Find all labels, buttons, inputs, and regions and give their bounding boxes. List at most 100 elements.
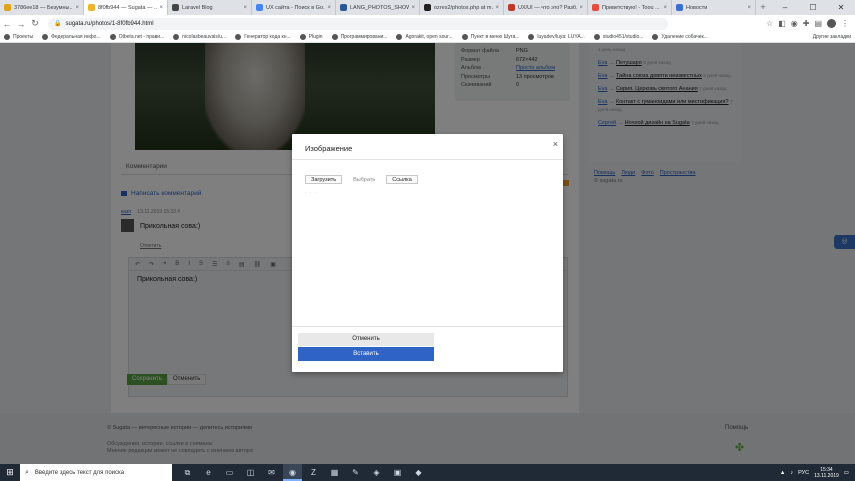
tab-select[interactable]: Выбрать [347,175,381,184]
bookmark-item[interactable]: Otbeta.net - прави... [109,34,164,40]
bookmark-label: Удаление собачек... [661,34,708,40]
bookmark-item[interactable]: Проекты [4,34,33,40]
chrome-icon[interactable]: ◉ [283,464,302,481]
tab-close-icon[interactable]: × [75,5,79,11]
language-indicator[interactable]: РУС [798,470,809,476]
tab-close-icon[interactable]: × [495,5,499,11]
volume-icon[interactable]: ♪ [790,470,793,476]
bookmark-icon [173,34,180,40]
browser-tab[interactable]: Новости × [672,0,756,15]
bookmark-icon [109,34,116,40]
other-bookmarks[interactable]: Другие закладки [813,34,851,40]
store-icon[interactable]: ◫ [241,464,260,481]
tab-favicon-icon [340,4,347,11]
browser-tab[interactable]: Laravel Blog × [168,0,252,15]
back-icon[interactable]: ← [0,19,14,29]
bookmark-item[interactable]: Plugin [299,34,323,40]
filezilla-icon[interactable]: Z [304,464,323,481]
app-icon[interactable]: ✎ [346,464,365,481]
new-tab-button[interactable]: + [756,0,770,15]
address-bar[interactable]: 🔒 sugata.ru/photos/1-8f0fb944.html [48,17,668,30]
tab-favicon-icon [508,4,515,11]
bookmark-label: Генератор кода кн... [244,34,291,40]
star-icon[interactable]: ☆ [766,19,773,28]
browser-tab[interactable]: UX/UI — что это? Разб... × [504,0,588,15]
app-icon-4[interactable]: ◆ [409,464,428,481]
browser-tab[interactable]: LANG_PHOTOS_SHOW × [336,0,420,15]
tab-close-icon[interactable]: × [327,5,331,11]
forward-icon[interactable]: → [14,19,28,29]
bookmark-item[interactable]: Удаление собачек... [652,34,708,40]
browser-toolbar: ← → ↻ 🔒 sugata.ru/photos/1-8f0fb944.html… [0,15,855,32]
close-window-icon[interactable]: ✕ [827,0,855,15]
tab-close-icon[interactable]: × [411,5,415,11]
tab-favicon-icon [676,4,683,11]
browser-tab[interactable]: Приветствую! - Toou ... × [588,0,672,15]
bookmark-icon [461,34,468,40]
bookmark-label: Agorakit, open sour... [405,34,453,40]
tab-close-icon[interactable]: × [747,5,751,11]
mail-icon[interactable]: ✉ [262,464,281,481]
menu-icon[interactable]: ⋮ [841,19,849,28]
clock[interactable]: 15:34 13.11.2019 [814,467,839,479]
system-tray: ▲ ♪ РУС 15:34 13.11.2019 ▭ [780,467,855,479]
tab-favicon-icon [88,4,95,11]
edge-icon[interactable]: e [199,464,218,481]
tab-link[interactable]: Ссылка [386,175,418,184]
bookmark-icon [593,34,600,40]
bookmarks-bar: Проекты Федеральная инфо... Otbeta.net - п… [0,32,855,43]
tab-title: LANG_PHOTOS_SHOW [350,4,410,11]
maximize-icon[interactable]: ☐ [799,0,827,15]
extension-icon-3[interactable]: ✚ [803,19,810,28]
bookmark-item[interactable]: Agorakit, open sour... [396,34,453,40]
bookmark-item[interactable]: luyadev/luya: LUYA... [528,34,585,40]
taskbar-search[interactable]: ⌕ Введите здесь текст для поиска [20,464,172,481]
browser-tab[interactable]: UX сайта - Поиск в Go... × [252,0,336,15]
extension-icon-4[interactable]: ▤ [814,19,822,28]
bookmark-item[interactable]: Генератор кода кн... [235,34,291,40]
bookmark-label: nicolasbeauvais/u... [182,34,227,40]
profile-avatar[interactable] [827,19,836,28]
bookmark-icon [235,34,242,40]
dialog-insert-button[interactable]: Вставить [298,347,434,361]
taskbar-search-placeholder: Введите здесь текст для поиска [34,469,125,476]
browser-tab[interactable]: ozres2/photos.php at m... × [420,0,504,15]
bookmark-label: Plugin [308,34,323,40]
search-icon: ⌕ [25,468,29,476]
tab-close-icon[interactable]: × [579,5,583,11]
address-text: sugata.ru/photos/1-8f0fb944.html [65,20,154,27]
browser-tab[interactable]: 3786ee18 — Безумны... × [0,0,84,15]
windows-start-icon[interactable]: ⊞ [0,467,20,478]
bookmark-icon [396,34,403,40]
close-icon[interactable]: × [553,139,558,149]
network-icon[interactable]: ▲ [780,470,785,476]
tab-title: Приветствую! - Toou ... [602,4,660,11]
tab-title: Laravel Blog [182,4,213,11]
task-view-icon[interactable]: ⧉ [178,464,197,481]
extension-icon-2[interactable]: ◉ [791,19,798,28]
bookmark-label: studio451/studio... [602,34,644,40]
bookmark-label: Программировани... [340,34,388,40]
bookmark-label: luyadev/luya: LUYA... [537,34,585,40]
bookmark-item[interactable]: Федеральная инфо... [42,34,101,40]
browser-tab[interactable]: 8f0fb944 — Sugata — ... × [84,0,168,15]
extension-icon[interactable]: ◧ [778,19,786,28]
notifications-icon[interactable]: ▭ [844,470,849,476]
bookmark-item[interactable]: nicolasbeauvais/u... [173,34,226,40]
app-icon-2[interactable]: ◈ [367,464,386,481]
bookmark-item[interactable]: studio451/studio... [593,34,644,40]
folder-icon[interactable]: ▭ [220,464,239,481]
tab-favicon-icon [424,4,431,11]
app-icon-3[interactable]: ▣ [388,464,407,481]
tab-close-icon[interactable]: × [243,5,247,11]
calculator-icon[interactable]: ▦ [325,464,344,481]
minimize-icon[interactable]: – [771,0,799,15]
tab-close-icon[interactable]: × [663,5,667,11]
bookmark-item[interactable]: Программировани... [331,34,388,40]
tab-favicon-icon [256,4,263,11]
tab-close-icon[interactable]: × [159,5,163,11]
bookmark-item[interactable]: Пункт в меню Шуга... [461,34,519,40]
dialog-cancel-button[interactable]: Отменить [298,333,434,346]
reload-icon[interactable]: ↻ [28,18,42,29]
tab-upload[interactable]: Загрузить [305,175,343,184]
